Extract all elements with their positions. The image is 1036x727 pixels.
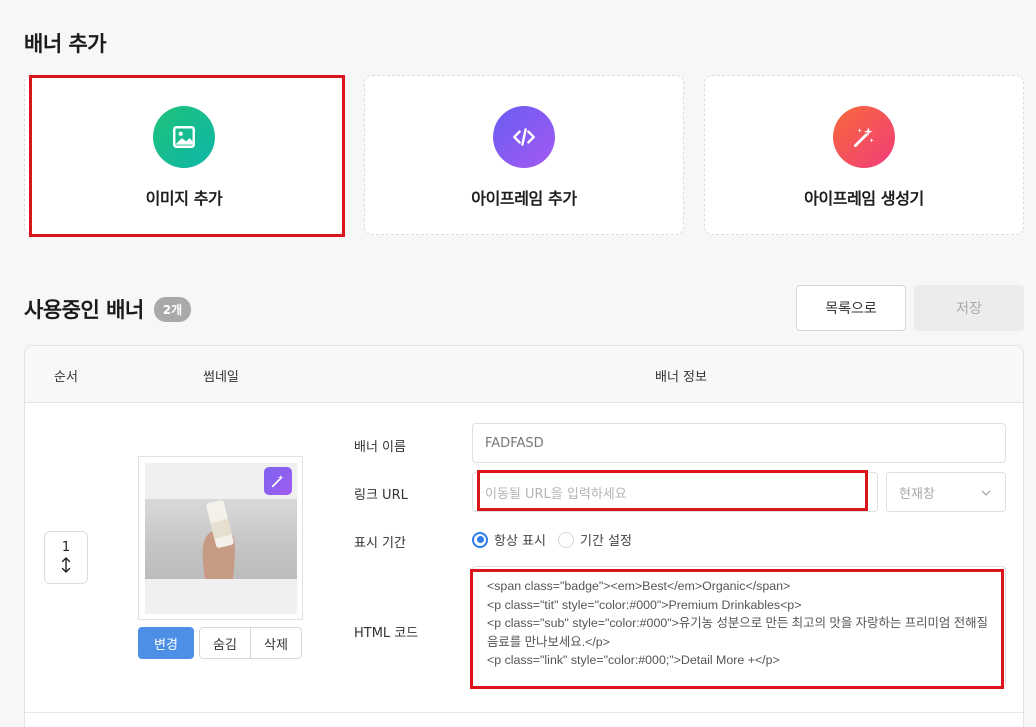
image-icon — [153, 105, 215, 168]
link-target-select[interactable]: 현재창 — [886, 472, 1006, 512]
link-target-value: 현재창 — [899, 486, 935, 502]
iframe-generator-card[interactable]: 아이프레임 생성기 — [704, 75, 1024, 235]
magic-wand-icon[interactable] — [264, 467, 292, 495]
add-iframe-card[interactable]: 아이프레임 추가 — [364, 75, 684, 235]
banner-count-badge: 2개 — [153, 296, 192, 322]
banner-name-field[interactable]: FADFASD — [472, 423, 1006, 463]
header-thumbnail: 썸네일 — [203, 370, 239, 385]
radio-unselected-icon — [557, 531, 574, 548]
magic-wand-icon — [833, 105, 895, 168]
link-url-input[interactable]: 이동될 URL을 입력하세요 — [472, 472, 878, 512]
change-button[interactable]: 변경 — [138, 627, 194, 659]
save-button[interactable]: 저장 — [914, 285, 1024, 331]
html-code-textarea[interactable]: <span class="badge"><em>Best</em>Organic… — [472, 566, 1006, 688]
link-url-label: 링크 URL — [354, 488, 408, 503]
row-divider — [25, 712, 1023, 713]
code-icon — [493, 105, 555, 168]
display-period-label: 표시 기간 — [354, 536, 406, 551]
thumbnail-image — [145, 463, 297, 614]
used-banners-heading: 사용중인 배너 — [24, 298, 144, 322]
table-header: 순서 썸네일 배너 정보 — [25, 346, 1023, 403]
hide-button[interactable]: 숨김 — [199, 627, 251, 659]
banner-thumbnail — [138, 456, 303, 620]
add-banner-title: 배너 추가 — [24, 32, 107, 56]
radio-period-label: 기간 설정 — [579, 534, 632, 549]
radio-selected-icon — [472, 531, 488, 548]
product-photo — [145, 499, 297, 579]
display-period-options: 항상 표시 기간 설정 — [472, 530, 644, 549]
radio-period[interactable]: 기간 설정 — [557, 530, 632, 549]
add-image-label: 이미지 추가 — [145, 188, 223, 208]
used-banners-title: 사용중인 배너 2개 — [24, 294, 192, 324]
banner-name-label: 배너 이름 — [354, 440, 406, 455]
add-image-card[interactable]: 이미지 추가 — [24, 75, 344, 235]
delete-button[interactable]: 삭제 — [250, 627, 302, 659]
html-code-label: HTML 코드 — [354, 626, 419, 641]
order-number: 1 — [61, 539, 71, 555]
header-order: 순서 — [54, 370, 78, 385]
back-to-list-button[interactable]: 목록으로 — [796, 285, 906, 331]
banner-admin-page: 배너 추가 이미지 추가 아이프레임 추가 아이프레임 생성기 사용중인 배너 … — [0, 0, 1036, 727]
radio-always-label: 항상 표시 — [494, 534, 546, 549]
radio-always[interactable]: 항상 표시 — [472, 530, 546, 549]
banner-table: 순서 썸네일 배너 정보 1 변경 숨김 삭제 배너 이름 FADFASD 링크… — [24, 345, 1024, 727]
chevron-down-icon — [981, 485, 991, 500]
iframe-generator-label: 아이프레임 생성기 — [804, 188, 924, 208]
order-drag-handle[interactable]: 1 — [44, 531, 88, 584]
add-iframe-label: 아이프레임 추가 — [471, 188, 577, 208]
updown-arrow-icon — [61, 556, 71, 576]
header-banner-info: 배너 정보 — [655, 370, 707, 385]
